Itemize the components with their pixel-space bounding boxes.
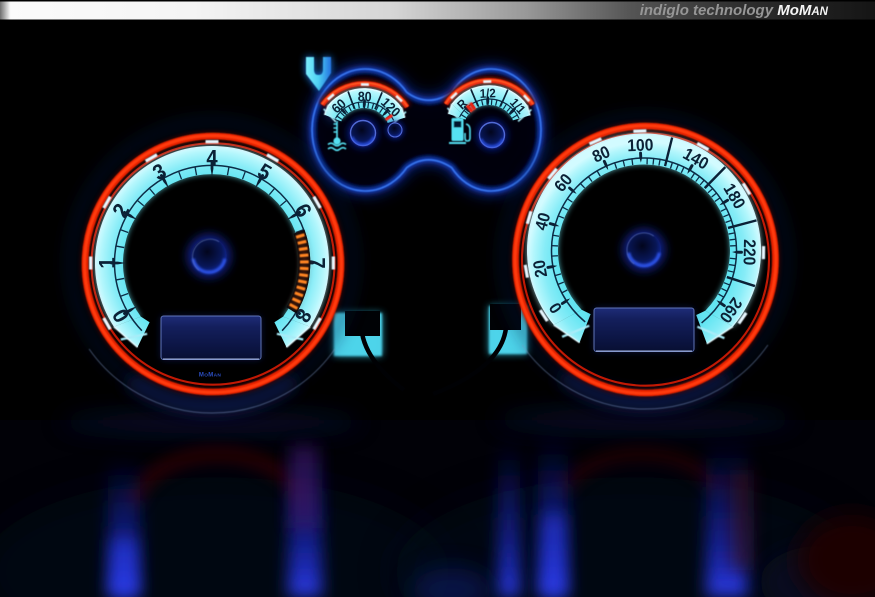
- svg-text:1/2: 1/2: [479, 86, 496, 101]
- svg-text:80: 80: [358, 88, 372, 104]
- svg-text:20: 20: [530, 259, 551, 279]
- svg-text:100: 100: [627, 136, 654, 156]
- svg-text:1: 1: [96, 257, 120, 268]
- svg-text:220: 220: [739, 239, 758, 265]
- svg-text:MOMAN: MOMAN: [199, 373, 221, 379]
- svg-text:indiglo technology MoMAN: indiglo technology MoMAN: [640, 2, 829, 19]
- svg-text:4: 4: [206, 147, 217, 171]
